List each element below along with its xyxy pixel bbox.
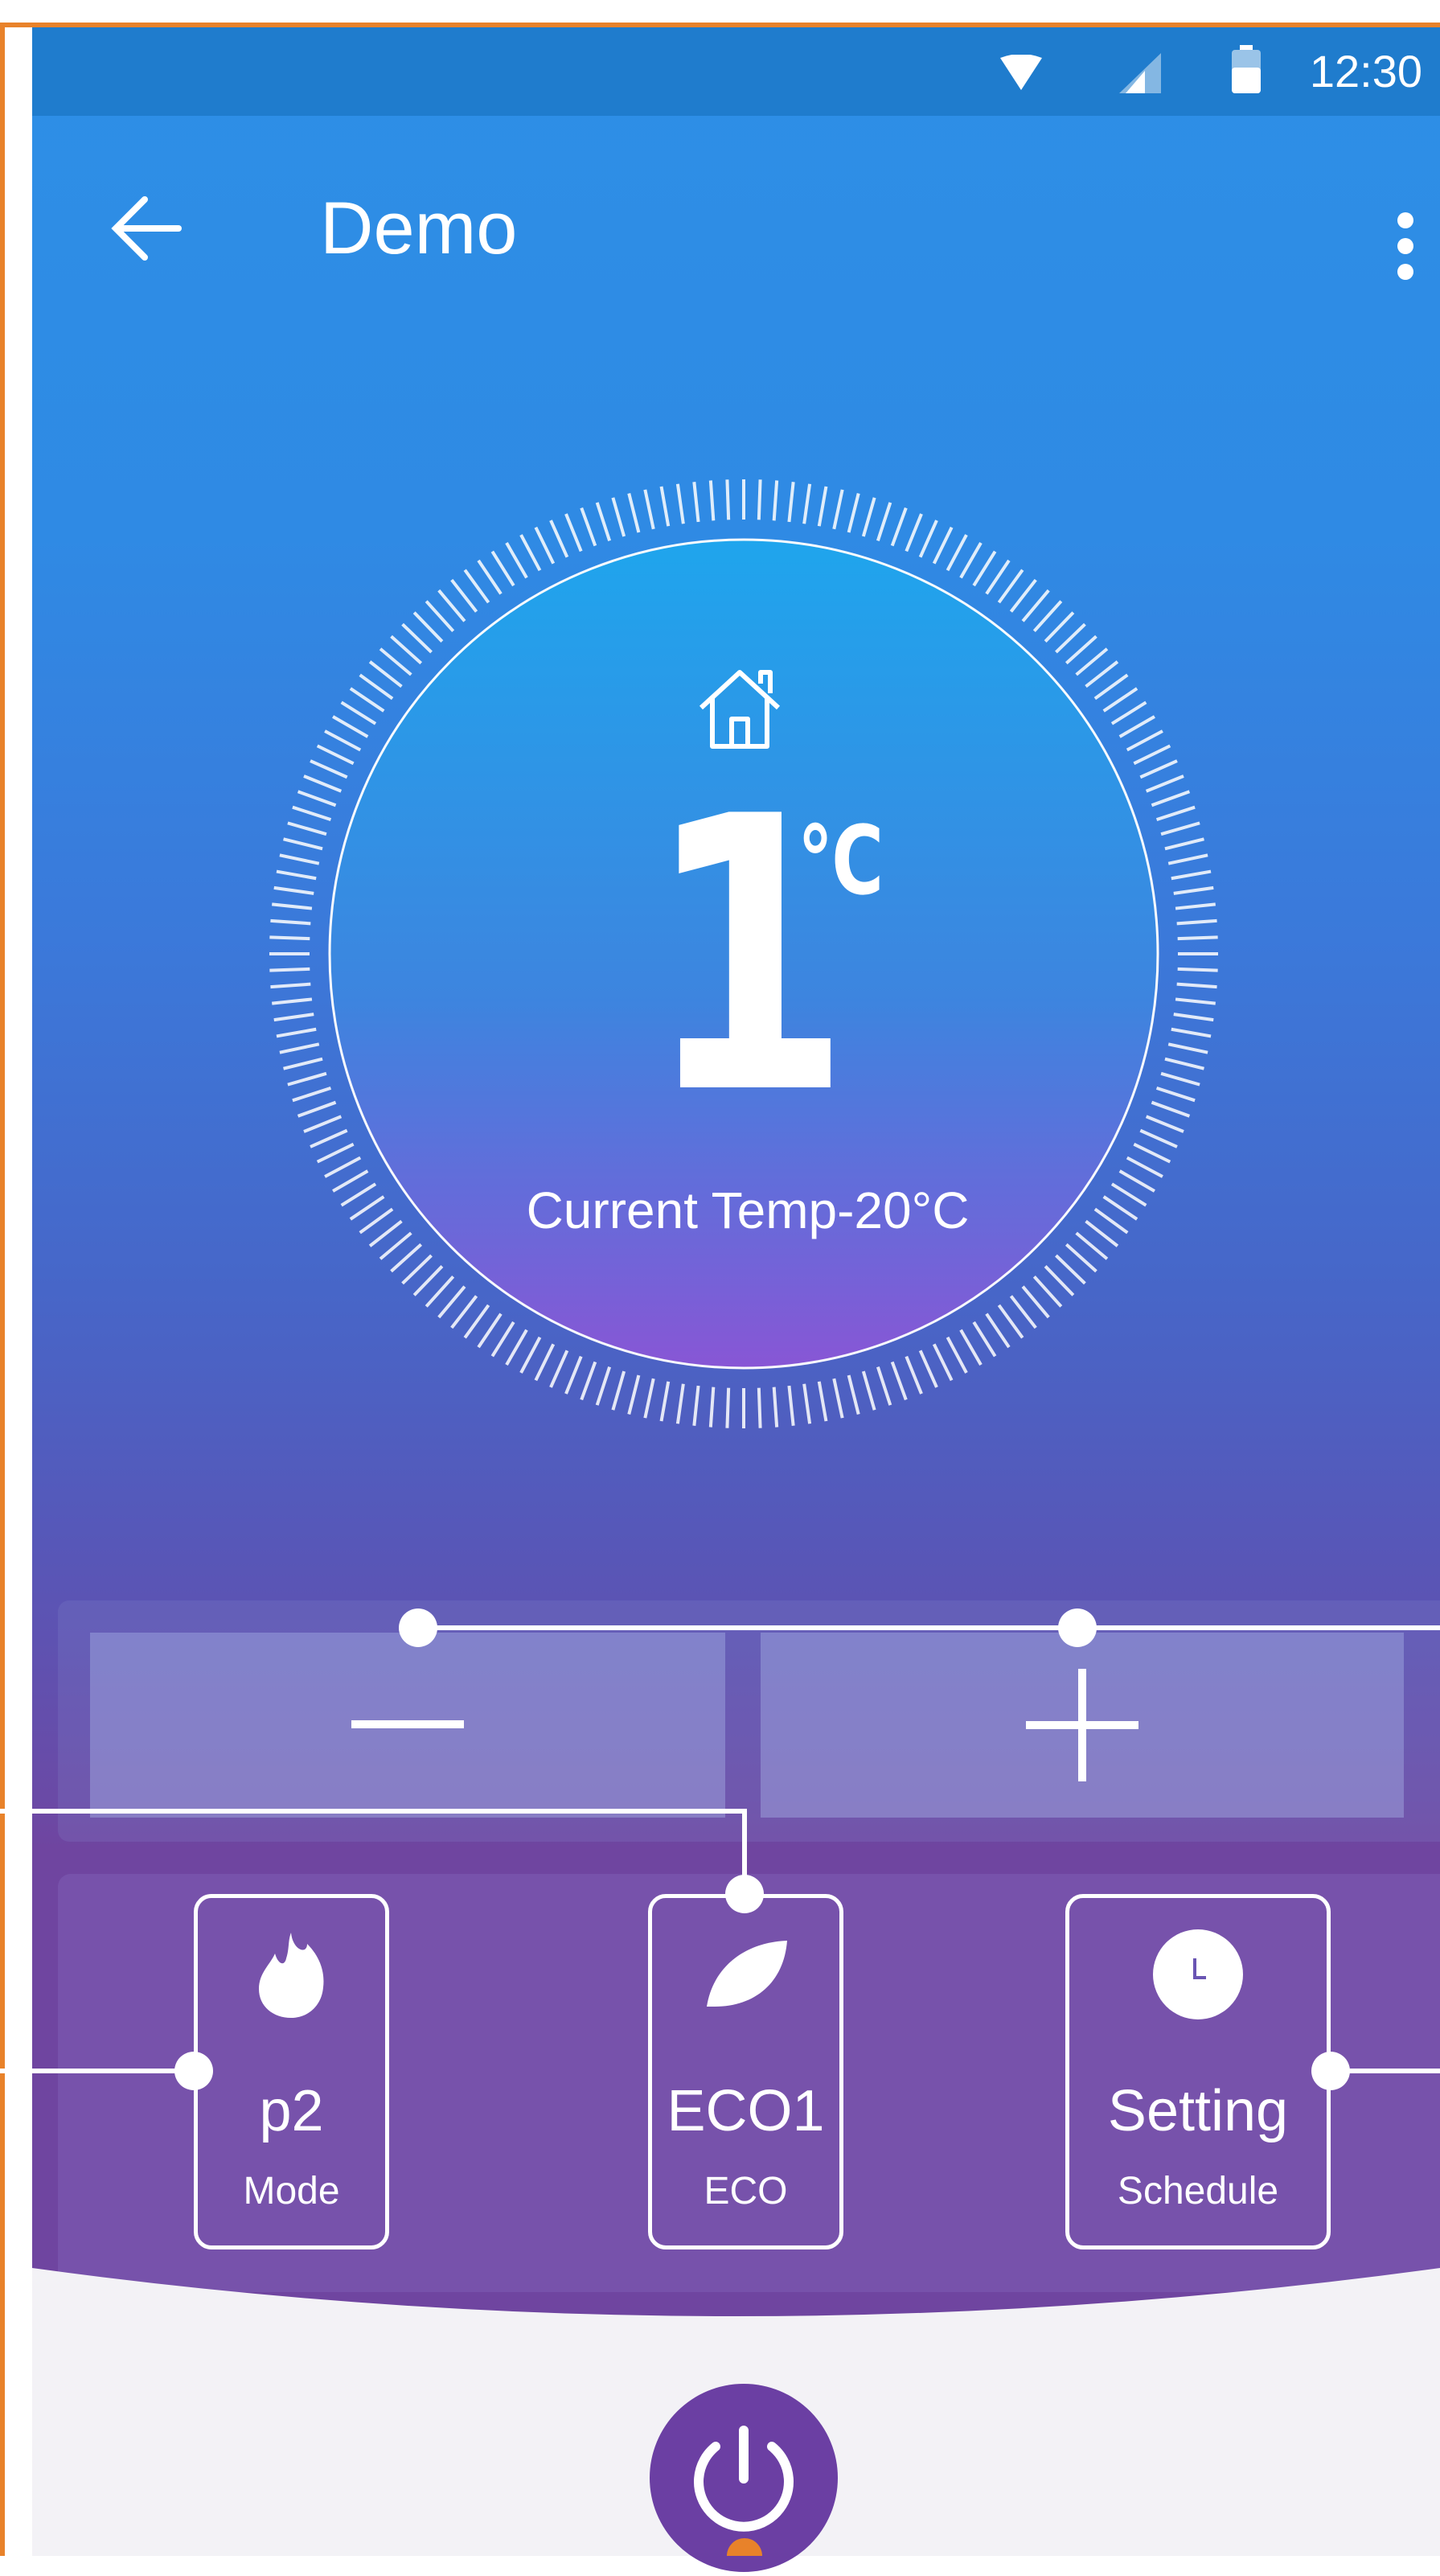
callout-dot-schedule bbox=[1311, 2052, 1350, 2090]
callout-dot-minus bbox=[399, 1608, 437, 1647]
callout-dot-mode bbox=[174, 2052, 213, 2090]
callout-dot-eco bbox=[725, 1875, 764, 1913]
annotation-callouts bbox=[0, 1608, 1440, 2556]
callout-dot-plus bbox=[1058, 1608, 1097, 1647]
callout-dot-power bbox=[727, 2538, 762, 2556]
